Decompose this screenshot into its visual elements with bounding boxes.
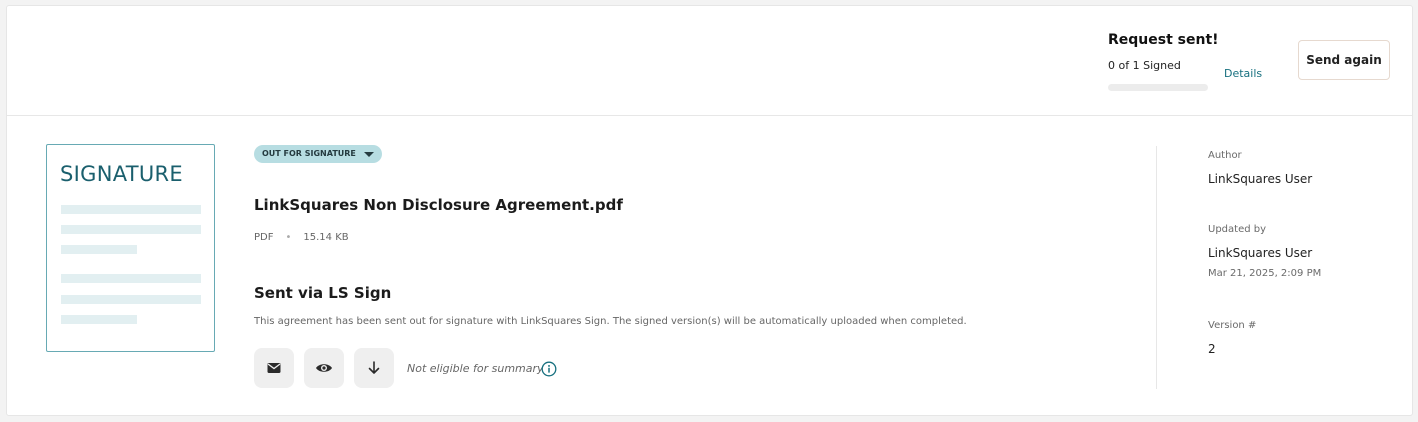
thumbnail-line (61, 205, 201, 214)
thumbnail-line (61, 274, 201, 283)
updated-date: Mar 21, 2025, 2:09 PM (1208, 268, 1322, 279)
sent-via-title: Sent via LS Sign (254, 284, 392, 302)
request-status-title: Request sent! (1108, 32, 1219, 48)
version-value: 2 (1208, 342, 1216, 356)
info-icon[interactable] (541, 361, 557, 377)
vertical-divider (1156, 146, 1157, 389)
send-again-button[interactable]: Send again (1298, 40, 1390, 80)
thumbnail-title: SIGNATURE (60, 162, 183, 186)
download-button[interactable] (354, 348, 394, 388)
eye-icon (316, 364, 332, 372)
version-label: Version # (1208, 320, 1257, 331)
thumbnail-line (61, 245, 137, 254)
file-size: 15.14 KB (303, 232, 349, 243)
email-button[interactable] (254, 348, 294, 388)
author-label: Author (1208, 150, 1242, 161)
document-thumbnail[interactable]: SIGNATURE (46, 144, 215, 352)
status-badge-dropdown[interactable]: OUT FOR SIGNATURE (254, 145, 382, 163)
summary-eligibility-note: Not eligible for summary (407, 362, 544, 375)
thumbnail-line (61, 225, 201, 234)
download-icon (368, 361, 380, 374)
document-file-name: LinkSquares Non Disclosure Agreement.pdf (254, 196, 623, 214)
signing-progress-bar (1108, 84, 1208, 91)
thumbnail-line (61, 315, 137, 324)
signed-count: 0 of 1 Signed (1108, 59, 1181, 72)
status-badge-label: OUT FOR SIGNATURE (262, 149, 356, 158)
preview-button[interactable] (304, 348, 344, 388)
document-card: Request sent! 0 of 1 Signed Details Send… (6, 5, 1413, 416)
thumbnail-line (61, 295, 201, 304)
author-value: LinkSquares User (1208, 172, 1313, 186)
envelope-icon (267, 363, 281, 373)
separator-dot-icon: • (285, 232, 292, 243)
caret-down-icon (363, 152, 374, 157)
file-type: PDF (254, 232, 274, 243)
sent-via-description: This agreement has been sent out for sig… (254, 316, 967, 327)
updated-by-label: Updated by (1208, 224, 1267, 235)
details-link[interactable]: Details (1224, 67, 1262, 80)
file-meta: PDF • 15.14 KB (254, 232, 349, 243)
request-status-bar: Request sent! 0 of 1 Signed Details Send… (7, 6, 1412, 116)
updated-by-value: LinkSquares User (1208, 246, 1313, 260)
